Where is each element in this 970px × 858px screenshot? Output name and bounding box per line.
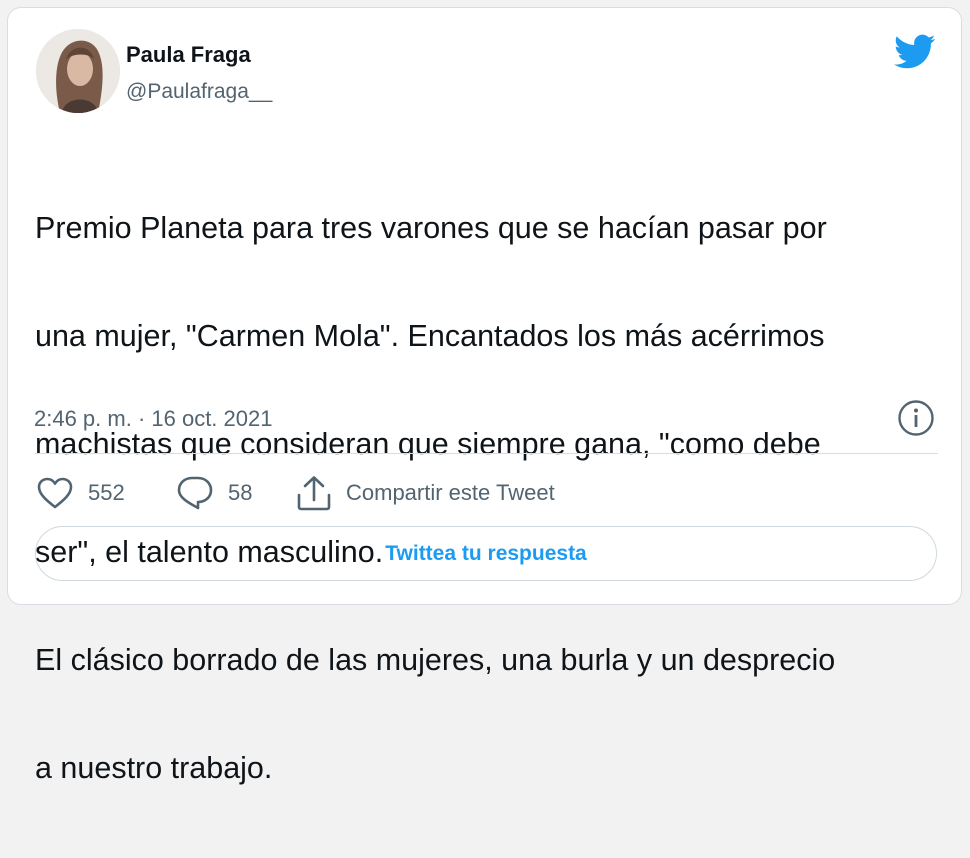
- tweet-line: El clásico borrado de las mujeres, una b…: [35, 643, 836, 677]
- avatar-image: [36, 29, 120, 113]
- share-icon: [297, 476, 331, 511]
- divider: [35, 453, 938, 454]
- tweet-line: a nuestro trabajo.: [35, 751, 273, 785]
- twitter-bird-icon[interactable]: [894, 34, 936, 70]
- author-handle[interactable]: @Paulafraga__: [126, 80, 272, 104]
- heart-icon: [37, 477, 73, 509]
- share-button[interactable]: Compartir este Tweet: [296, 472, 555, 514]
- tweet-timestamp[interactable]: 2:46 p. m. · 16 oct. 2021: [34, 406, 272, 432]
- avatar[interactable]: [36, 29, 120, 113]
- tweet-card[interactable]: Paula Fraga @Paulafraga__ Premio Planeta…: [7, 7, 962, 785]
- author-name[interactable]: Paula Fraga: [126, 42, 251, 68]
- tweet-line: Premio Planeta para tres varones que se …: [35, 211, 827, 245]
- reply-bubble-icon: [177, 476, 213, 510]
- tweet-line: una mujer, "Carmen Mola". Encantados los…: [35, 319, 825, 353]
- reply-count: 58: [228, 480, 253, 505]
- share-label: Compartir este Tweet: [346, 480, 555, 505]
- info-icon[interactable]: [897, 399, 935, 437]
- like-button[interactable]: 552: [36, 472, 125, 514]
- reply-cta-button[interactable]: Twittea tu respuesta: [35, 526, 937, 581]
- like-count: 552: [88, 480, 125, 505]
- reply-button[interactable]: 58: [176, 472, 252, 514]
